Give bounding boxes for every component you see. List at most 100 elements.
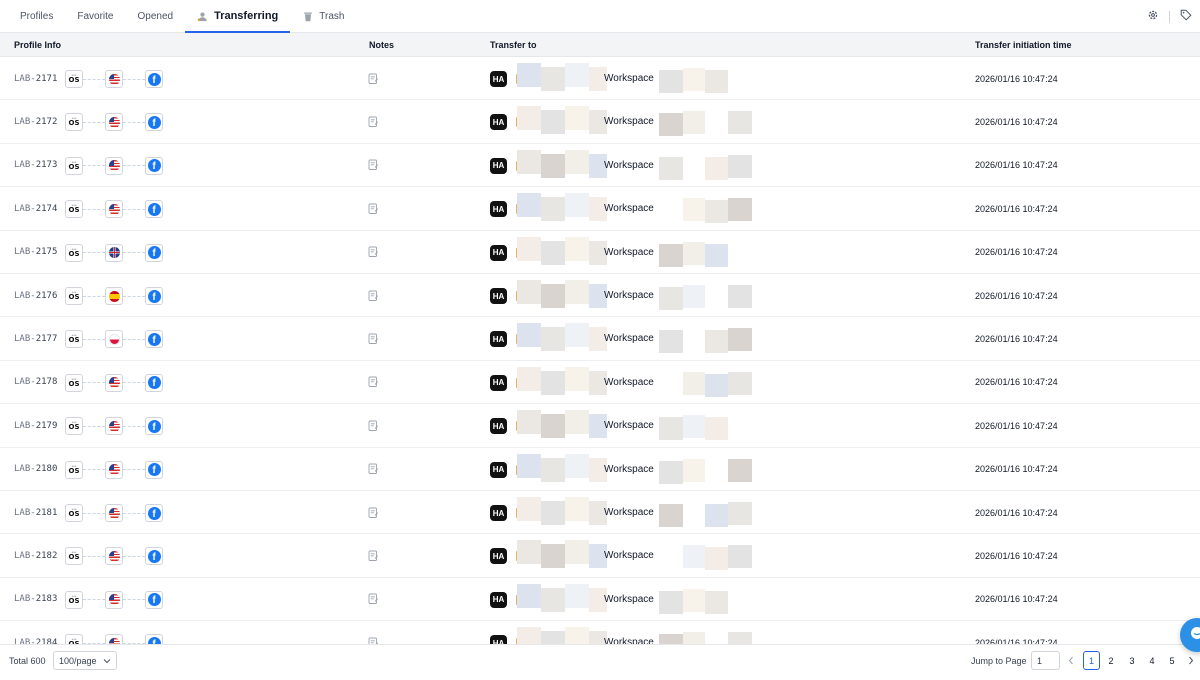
profile-attributes: •••OS f — [65, 634, 163, 644]
transfer-time: 2026/01/16 10:47:24 — [975, 73, 1058, 84]
page-1-button[interactable]: 1 — [1083, 651, 1100, 670]
redacted-block — [728, 328, 752, 352]
page-2-button[interactable]: 2 — [1105, 651, 1117, 670]
table-row[interactable]: LAB- 2171 ••• OS f HA Workspace 2026/01/16 10:4… — [0, 57, 1200, 101]
workspace-name: Workspace — [604, 116, 654, 128]
table-row[interactable]: LAB- 2180 ••• OS f HA Workspace 2026/01/16 10:4… — [0, 448, 1200, 491]
profile-id[interactable]: LAB- 2178 — [14, 361, 57, 404]
profile-id-number: 2173 — [35, 160, 58, 171]
connector-line — [123, 295, 145, 297]
profile-id-number: 2175 — [35, 247, 58, 258]
page-4-button[interactable]: 4 — [1146, 651, 1158, 670]
profile-id[interactable]: LAB- 2172 — [14, 100, 57, 143]
profile-id-prefix: LAB- — [14, 507, 36, 518]
redacted-block — [728, 198, 752, 222]
profile-attributes: •••OS f — [65, 373, 163, 392]
edit-note-icon[interactable] — [368, 534, 379, 577]
tab-profiles[interactable]: Profiles — [8, 0, 65, 32]
page-5-button[interactable]: 5 — [1166, 651, 1178, 670]
flag-us-icon — [105, 113, 123, 132]
edit-note-icon[interactable] — [368, 57, 379, 100]
edit-note-icon[interactable] — [368, 144, 379, 187]
connector-line — [123, 382, 145, 384]
redacted-block — [517, 106, 541, 131]
table-row[interactable]: LAB- 2179 ••• OS f HA Workspace 2026/01/16 10:4… — [0, 404, 1200, 448]
transfer-time: 2026/01/16 10:47:24 — [975, 550, 1058, 561]
profile-id[interactable]: LAB- 2179 — [14, 404, 57, 447]
profile-id[interactable]: LAB- 2180 — [14, 448, 57, 491]
redacted-block — [659, 590, 683, 614]
table-row[interactable]: LAB- 2181 ••• OS f HA Workspace 2026/01/16 10:4… — [0, 491, 1200, 535]
profile-id-prefix: LAB- — [14, 420, 36, 431]
table-row[interactable]: LAB- 2182 ••• OS f HA Workspace 2026/01/16 10:4… — [0, 534, 1200, 578]
page-size-select[interactable]: 100/page — [53, 651, 117, 670]
tab-trash[interactable]: Trash — [290, 0, 356, 32]
os-icon: •••OS — [65, 113, 83, 132]
table-row[interactable]: LAB-2184 •••OS f HA Workspace 2026/01/16 10:4… — [0, 621, 1200, 644]
table-row[interactable]: LAB- 2183 ••• OS f HA Workspace 2026/01/16 10:4… — [0, 578, 1200, 622]
redacted-block — [659, 113, 683, 137]
os-icon: •••OS — [65, 243, 83, 262]
connector-line — [83, 425, 105, 427]
edit-note-icon[interactable] — [368, 578, 379, 621]
profile-id[interactable]: LAB- 2184 — [14, 621, 57, 644]
profile-id[interactable]: LAB- 2176 — [14, 274, 57, 317]
edit-note-icon[interactable] — [368, 621, 379, 644]
table-row[interactable]: LAB- 2177 ••• OS f HA Workspace 2026/01/16 10:4… — [0, 317, 1200, 361]
edit-note-icon[interactable] — [368, 187, 379, 230]
redacted-block — [728, 458, 752, 482]
edit-note-icon[interactable] — [368, 491, 379, 534]
profile-id[interactable]: LAB- 2181 — [14, 491, 57, 534]
profile-id[interactable]: LAB- 2182 — [14, 534, 57, 577]
edit-note-icon[interactable] — [368, 361, 379, 404]
facebook-icon: f — [145, 156, 163, 175]
edit-note-icon[interactable] — [368, 317, 379, 360]
column-header-notes[interactable]: Notes — [369, 33, 394, 57]
table-row[interactable]: LAB- 2176 ••• OS f HA Workspace 2026/01/16 10:4… — [0, 274, 1200, 318]
flag-us-icon — [105, 504, 123, 522]
table-row[interactable]: LAB- 2174 ••• OS f HA Workspace 2026/01/16 10:4… — [0, 187, 1200, 231]
redacted-block — [728, 154, 752, 178]
chevron-left-icon[interactable] — [1066, 651, 1076, 670]
edit-note-icon[interactable] — [368, 448, 379, 491]
edit-note-icon[interactable] — [368, 404, 379, 447]
gear-icon[interactable] — [1147, 8, 1159, 26]
total-count: Total 600 — [9, 656, 46, 666]
tab-favorite[interactable]: Favorite — [65, 0, 125, 32]
os-label: OS — [68, 596, 80, 605]
tab-label: Trash — [319, 10, 345, 22]
os-icon: •••OS — [65, 417, 83, 436]
edit-note-icon[interactable] — [368, 231, 379, 274]
edit-note-icon[interactable] — [368, 274, 379, 317]
edit-note-icon[interactable] — [368, 100, 379, 143]
page-3-button[interactable]: 3 — [1126, 651, 1138, 670]
table-row[interactable]: LAB- 2173 ••• OS f HA Workspace 2026/01/16 10:4… — [0, 144, 1200, 188]
table-row[interactable]: LAB- 2172 ••• OS f HA Workspace 2026/01/16 10:4… — [0, 100, 1200, 144]
profile-id[interactable]: LAB- 2175 — [14, 231, 57, 274]
jump-to-page-input[interactable]: 1 — [1031, 651, 1060, 670]
table-row[interactable]: LAB- 2175 ••• OS f HA Workspace 2026/01/16 10:4… — [0, 231, 1200, 274]
profile-id[interactable]: LAB- 2183 — [14, 578, 57, 621]
chevron-right-icon[interactable] — [1186, 651, 1196, 670]
redacted-block — [541, 414, 565, 439]
os-label: OS — [68, 466, 80, 475]
facebook-icon: f — [145, 590, 163, 609]
os-label: OS — [68, 553, 80, 562]
redacted-block — [728, 371, 752, 395]
profile-id[interactable]: LAB- 2173 — [14, 144, 57, 187]
transfer-time: 2026/01/16 10:47:24 — [975, 594, 1058, 605]
redacted-block — [541, 370, 565, 395]
table-row[interactable]: LAB- 2178 ••• OS f HA Workspace 2026/01/16 10:4… — [0, 361, 1200, 405]
column-header-transfer-time[interactable]: Transfer initiation time — [975, 33, 1072, 57]
column-header-profile-info[interactable]: Profile Info — [14, 33, 61, 57]
tab-label: Favorite — [77, 10, 114, 22]
tab-transferring[interactable]: Transferring — [185, 0, 291, 33]
profile-id[interactable]: LAB- 2171 — [14, 57, 57, 100]
connector-line — [83, 78, 105, 80]
transfer-time: 2026/01/16 10:47:24 — [975, 507, 1058, 518]
profile-id[interactable]: LAB- 2177 — [14, 317, 57, 360]
tab-opened[interactable]: Opened — [125, 0, 185, 32]
tag-icon[interactable] — [1180, 8, 1192, 26]
profile-id[interactable]: LAB- 2174 — [14, 187, 57, 230]
column-header-transfer-to[interactable]: Transfer to — [490, 33, 537, 57]
